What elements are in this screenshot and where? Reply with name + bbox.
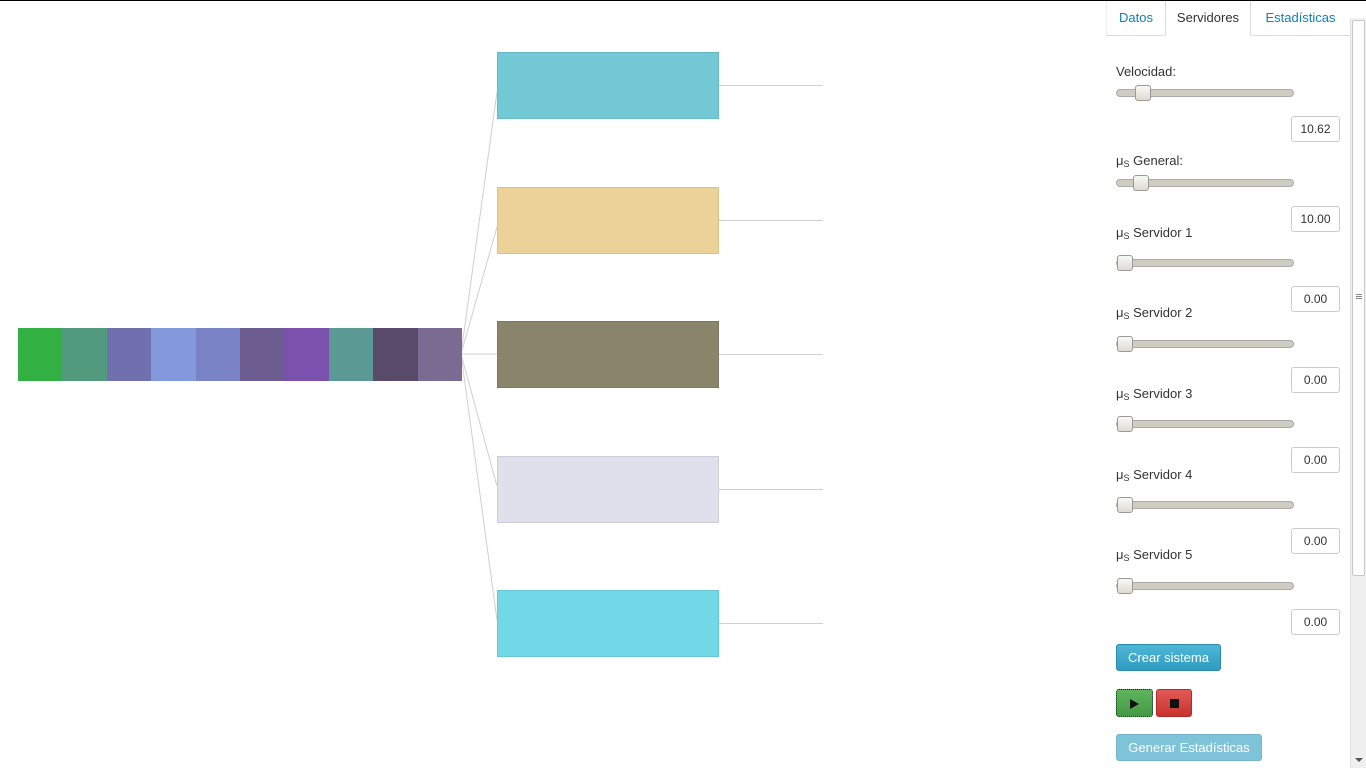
servidor-2-slider[interactable] bbox=[1116, 336, 1294, 352]
mu-general-input[interactable] bbox=[1291, 206, 1340, 232]
queue-customer bbox=[328, 328, 374, 381]
crear-sistema-button[interactable]: Crear sistema bbox=[1116, 644, 1221, 671]
tab-bar: Datos Servidores Estadísticas bbox=[1106, 1, 1350, 36]
stop-button[interactable] bbox=[1156, 689, 1192, 717]
mu-general-slider[interactable] bbox=[1116, 175, 1294, 191]
stop-icon bbox=[1169, 699, 1179, 708]
queue-customer bbox=[373, 328, 418, 381]
vertical-scrollbar[interactable] bbox=[1350, 18, 1366, 768]
servidor-4-label: μS Servidor 4 bbox=[1116, 467, 1193, 483]
queue-customer bbox=[106, 328, 152, 381]
server-3 bbox=[497, 321, 719, 388]
servidor-3-slider-handle[interactable] bbox=[1117, 416, 1133, 432]
servidor-5-slider[interactable] bbox=[1116, 578, 1294, 594]
servidor-1-slider[interactable] bbox=[1116, 255, 1294, 271]
queue-customer bbox=[195, 328, 240, 381]
server-4 bbox=[497, 456, 719, 523]
queue-customer bbox=[417, 328, 462, 381]
play-button[interactable] bbox=[1116, 689, 1153, 717]
tab-estadisticas[interactable]: Estadísticas bbox=[1251, 1, 1350, 35]
server-2 bbox=[497, 187, 719, 254]
customer-queue bbox=[18, 328, 462, 381]
servidor-2-input[interactable] bbox=[1291, 367, 1340, 393]
servidor-2-slider-handle[interactable] bbox=[1117, 336, 1133, 352]
velocidad-slider-handle[interactable] bbox=[1134, 85, 1151, 101]
servidor-1-label: μS Servidor 1 bbox=[1116, 225, 1193, 241]
queue-customer bbox=[239, 328, 285, 381]
servidor-5-input[interactable] bbox=[1291, 609, 1340, 635]
link-to-server-4 bbox=[460, 353, 498, 487]
servidor-1-input[interactable] bbox=[1291, 286, 1340, 312]
server-1 bbox=[497, 52, 719, 119]
velocidad-slider[interactable] bbox=[1116, 85, 1294, 101]
tab-servidores[interactable]: Servidores bbox=[1165, 1, 1251, 36]
play-icon bbox=[1130, 699, 1139, 709]
generar-estadisticas-button[interactable]: Generar Estadísticas bbox=[1116, 734, 1262, 761]
server-5 bbox=[497, 590, 719, 657]
servidor-4-input[interactable] bbox=[1291, 528, 1340, 554]
servidor-4-slider[interactable] bbox=[1116, 497, 1294, 513]
mu-general-slider-handle[interactable] bbox=[1133, 175, 1150, 191]
servidor-3-input[interactable] bbox=[1291, 447, 1340, 473]
servidor-3-slider[interactable] bbox=[1116, 416, 1294, 432]
control-panel: Datos Servidores Estadísticas Velocidad:… bbox=[1106, 0, 1350, 768]
link-to-server-5 bbox=[460, 353, 498, 621]
servidor-1-slider-handle[interactable] bbox=[1117, 255, 1133, 271]
servidor-3-label: μS Servidor 3 bbox=[1116, 386, 1193, 402]
grip-icon bbox=[1356, 294, 1362, 295]
velocidad-label: Velocidad: bbox=[1116, 64, 1176, 79]
servidor-5-slider-handle[interactable] bbox=[1117, 578, 1133, 594]
mu-general-label: μS General: bbox=[1116, 153, 1183, 169]
servidor-2-label: μS Servidor 2 bbox=[1116, 305, 1193, 321]
link-to-server-1 bbox=[460, 91, 498, 355]
link-to-server-2 bbox=[460, 226, 498, 355]
tab-datos[interactable]: Datos bbox=[1106, 1, 1165, 35]
servidor-4-slider-handle[interactable] bbox=[1117, 497, 1133, 513]
queue-customer bbox=[62, 328, 107, 381]
simulation-canvas bbox=[0, 0, 1100, 768]
scroll-down-button[interactable] bbox=[1351, 752, 1366, 768]
queue-customer bbox=[18, 328, 63, 381]
queue-customer bbox=[284, 328, 329, 381]
scrollbar-thumb[interactable] bbox=[1352, 20, 1365, 576]
chevron-down-icon bbox=[1355, 758, 1363, 762]
velocidad-input[interactable] bbox=[1291, 116, 1340, 142]
queue-customer bbox=[151, 328, 196, 381]
servidor-5-label: μS Servidor 5 bbox=[1116, 547, 1193, 563]
